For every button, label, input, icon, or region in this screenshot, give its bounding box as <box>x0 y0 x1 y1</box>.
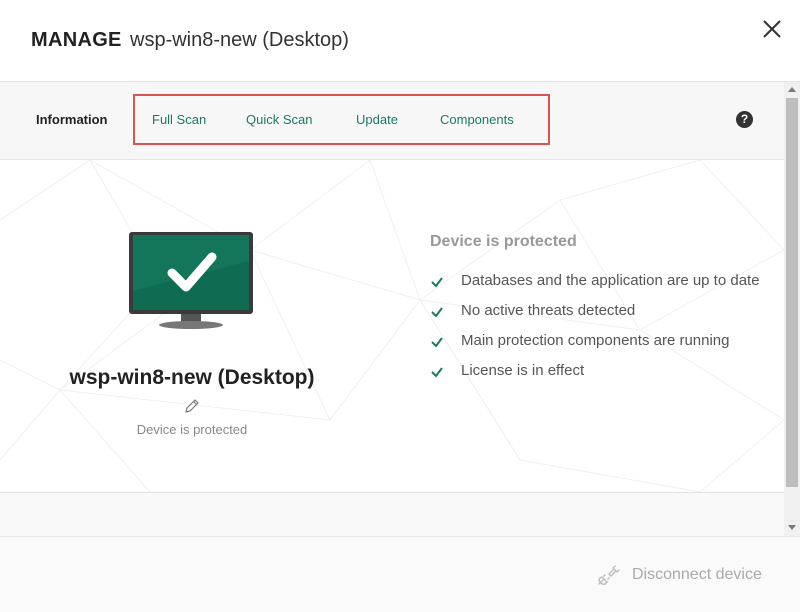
device-title: wsp-win8-new (Desktop) <box>130 29 349 51</box>
pencil-edit-icon[interactable] <box>183 397 201 415</box>
lower-panel <box>0 493 784 536</box>
protection-status-title: Device is protected <box>430 233 577 250</box>
unplug-icon <box>598 565 620 586</box>
scroll-down-arrow-icon[interactable] <box>784 519 800 535</box>
tab-full-scan[interactable]: Full Scan <box>152 112 206 127</box>
close-icon[interactable] <box>761 18 783 40</box>
status-item-text: No active threats detected <box>461 302 636 319</box>
tab-information[interactable]: Information <box>36 112 108 127</box>
status-item-text: Main protection components are running <box>461 332 730 349</box>
device-name: wsp-win8-new (Desktop) <box>69 366 315 389</box>
protection-status-list: Databases and the application are up to … <box>430 270 760 390</box>
checkmark-icon <box>431 367 443 378</box>
tab-quick-scan[interactable]: Quick Scan <box>246 112 312 127</box>
dialog-footer: Disconnect device <box>0 536 800 612</box>
checkmark-icon <box>431 337 443 348</box>
scroll-thumb[interactable] <box>786 98 798 487</box>
dialog-header: MANAGE wsp-win8-new (Desktop) <box>0 0 800 82</box>
tab-bar: Information Full Scan Quick Scan Update … <box>0 82 784 160</box>
status-item-text: License is in effect <box>461 362 585 379</box>
status-item-threats: No active threats detected <box>430 300 760 322</box>
information-panel: wsp-win8-new (Desktop) Device is protect… <box>0 160 784 493</box>
status-item-license: License is in effect <box>430 360 760 382</box>
status-item-text: Databases and the application are up to … <box>461 272 760 289</box>
status-item-components: Main protection components are running <box>430 330 760 352</box>
device-status-text: Device is protected <box>136 422 248 437</box>
help-icon[interactable]: ? <box>736 111 753 128</box>
vertical-scrollbar[interactable] <box>784 82 800 536</box>
checkmark-icon <box>431 277 443 288</box>
scroll-up-arrow-icon[interactable] <box>784 82 800 98</box>
monitor-protected-icon <box>129 232 253 329</box>
checkmark-icon <box>431 307 443 318</box>
tab-components[interactable]: Components <box>440 112 514 127</box>
disconnect-device-label: Disconnect device <box>632 566 762 583</box>
tab-update[interactable]: Update <box>356 112 398 127</box>
manage-label: MANAGE <box>31 29 122 51</box>
status-item-databases: Databases and the application are up to … <box>430 270 760 292</box>
